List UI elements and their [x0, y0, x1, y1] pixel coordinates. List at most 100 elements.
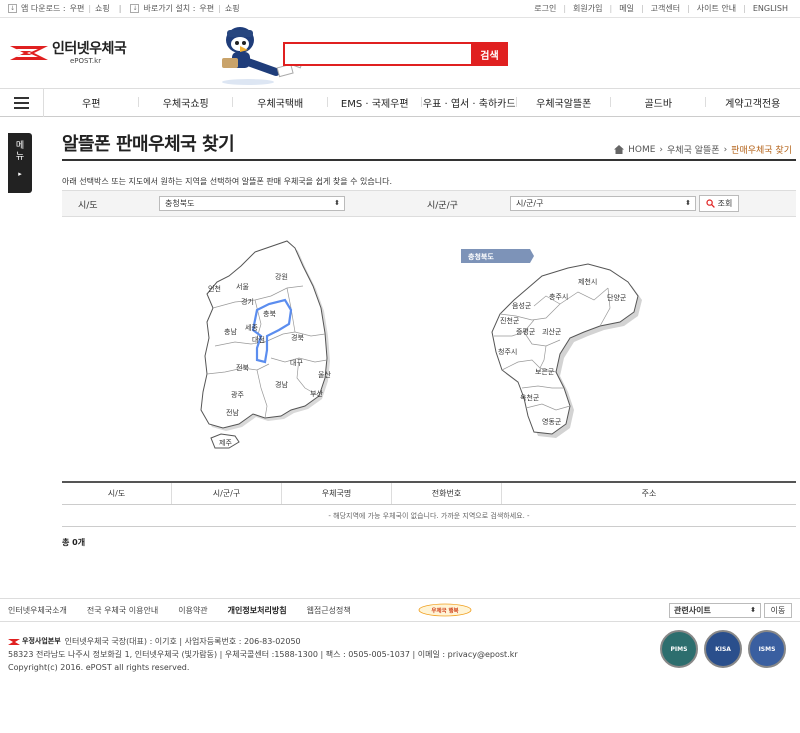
map-label-chungnam: 충남: [224, 327, 237, 336]
korea-map[interactable]: 강원 인천 서울 경기 충북 충남 세종 대전 경북 대구 전북 울산 경남 부…: [195, 238, 335, 463]
select-arrow-icon: ⬍: [334, 199, 340, 207]
map-label-daegu: 대구: [290, 359, 303, 367]
chevron-right-icon: ▸: [18, 170, 22, 178]
epost-logo[interactable]: 인터넷우체국 ePOST.kr: [10, 40, 127, 66]
map-label-jeonnam: 전남: [226, 408, 239, 417]
certification-badges: PIMS KISA ISMS: [660, 630, 786, 668]
signup-link[interactable]: 회원가입: [573, 3, 602, 14]
koreapost-logo-text: 우정사업본부: [22, 637, 61, 645]
map-label-chungju: 충주시: [549, 292, 568, 301]
nav-item-parcel[interactable]: 우체국택배: [233, 95, 328, 110]
map-label-eumseong: 음성군: [512, 301, 532, 310]
map-label-danyang: 단양군: [607, 293, 627, 302]
nav-item-goldbar[interactable]: 골드바: [611, 95, 706, 110]
map-label-okcheon: 옥천군: [520, 393, 540, 402]
english-link[interactable]: ENGLISH: [753, 4, 788, 13]
logo-title: 인터넷우체국: [52, 40, 127, 57]
map-label-gyeongbuk: 경북: [291, 333, 304, 342]
map-label-jeju: 제주: [219, 439, 232, 447]
results-table-header: 시/도 시/군/구 우체국명 전화번호 주소: [62, 481, 796, 505]
download-icon: ↓: [8, 4, 17, 13]
map-label-jecheon: 제천시: [578, 277, 597, 286]
footer-link-terms[interactable]: 이용약관: [178, 605, 207, 616]
map-label-gyeonggi: 경기: [241, 297, 254, 306]
epost-logo-icon: [10, 46, 48, 60]
search-bar: 검색: [283, 42, 508, 66]
map-label-busan: 부산: [310, 389, 323, 398]
nav-item-mvno[interactable]: 우체국알뜰폰: [517, 95, 612, 110]
footer-link-accessibility[interactable]: 웹접근성정책: [307, 605, 351, 616]
map-label-sejong: 세종: [245, 323, 258, 332]
koreapost-logo: 우정사업본부: [8, 635, 61, 648]
kisa-cert-badge: KISA: [704, 630, 742, 668]
title-divider: [62, 159, 796, 161]
happiness-badge[interactable]: 우체국 행복: [418, 603, 472, 617]
shortcut-icon: ↓: [130, 4, 140, 13]
column-header-phone: 전화번호: [392, 483, 502, 504]
chevron-right-icon: ›: [659, 144, 664, 155]
sitemap-link[interactable]: 사이트 안내: [697, 3, 736, 14]
map-label-ulsan: 울산: [318, 370, 331, 379]
footer-address: 58323 전라남도 나주시 정보화길 1, 인터넷우체국 (빛가람동) | 우…: [8, 650, 518, 659]
nav-item-ems[interactable]: EMS · 국제우편: [328, 95, 423, 110]
map-label-incheon: 인천: [208, 284, 221, 293]
sigungu-select[interactable]: 시/군/구 ⬍: [510, 196, 696, 211]
hamburger-menu-icon[interactable]: [0, 88, 44, 117]
lookup-button[interactable]: 조회: [699, 195, 739, 212]
customer-center-link[interactable]: 고객센터: [651, 3, 680, 14]
footer-info: 우정사업본부 인터넷우체국 국장(대표) : 이기호 | 사업자등록번호 : 2…: [8, 635, 518, 674]
breadcrumb-home[interactable]: HOME: [628, 145, 655, 155]
column-header-office: 우체국명: [282, 483, 392, 504]
nav-item-contract[interactable]: 계약고객전용: [706, 95, 800, 110]
select-arrow-icon: ⬍: [750, 606, 756, 614]
mail-link[interactable]: 메일: [619, 3, 634, 14]
go-button[interactable]: 이동: [764, 603, 792, 618]
map-label-jeonbuk: 전북: [236, 363, 249, 372]
results-table: 시/도 시/군/구 우체국명 전화번호 주소 - 해당지역에 가능 우체국이 없…: [62, 481, 796, 527]
page-title: 알뜰폰 판매우체국 찾기: [62, 134, 235, 155]
map-label-seoul: 서울: [236, 282, 249, 291]
map-label-goesan: 괴산군: [542, 327, 562, 336]
breadcrumb: HOME › 우체국 알뜰폰 › 판매우체국 찾기: [614, 143, 792, 156]
login-link[interactable]: 로그인: [534, 3, 556, 14]
search-button[interactable]: 검색: [471, 42, 508, 66]
koreapost-logo-icon: [8, 638, 20, 645]
nav-item-post[interactable]: 우편: [44, 95, 139, 110]
sido-select-value: 충청북도: [165, 199, 195, 208]
search-filter-row: 시/도 충청북도 ⬍ 시/군/구 시/군/구 ⬍ 조회: [62, 190, 796, 217]
app-download-label: 앱 다운로드 :: [21, 4, 66, 13]
side-menu-label-1: 메: [15, 141, 25, 151]
home-icon: [614, 145, 625, 154]
map-label-gangwon: 강원: [275, 272, 288, 281]
column-header-address: 주소: [641, 489, 657, 498]
side-menu-tab[interactable]: 메 뉴 ▸: [8, 133, 32, 193]
related-sites-select[interactable]: 관련사이트 ⬍: [669, 603, 761, 618]
nav-item-shopping[interactable]: 우체국쇼핑: [139, 95, 234, 110]
app-link-post[interactable]: 우편: [70, 3, 85, 14]
sido-select[interactable]: 충청북도 ⬍: [159, 196, 345, 211]
footer-link-privacy[interactable]: 개인정보처리방침: [228, 605, 287, 616]
footer-link-office-guide[interactable]: 전국 우체국 이용안내: [87, 605, 158, 616]
footer-link-about[interactable]: 인터넷우체국소개: [8, 605, 67, 616]
nav-item-stamps[interactable]: 우표 · 엽서 · 축하카드: [422, 95, 517, 110]
related-sites-label: 관련사이트: [674, 606, 711, 615]
happiness-badge-text: 우체국 행복: [431, 607, 458, 615]
region-map-chungbuk[interactable]: 충청북도 제천시 충주시 단양군 음성군 진천군 증평군 괴산군 청주시 보은군…: [460, 248, 645, 443]
side-menu-label-2: 뉴: [15, 152, 25, 162]
empty-result-message: - 해당지역에 가능 우체국이 없습니다. 가까운 지역으로 검색하세요. -: [62, 505, 796, 527]
sigungu-label: 시/군/구: [427, 201, 458, 211]
shortcut-link-post[interactable]: 우편: [199, 3, 214, 14]
region-tag-label: 충청북도: [468, 252, 494, 261]
shortcut-label: 바로가기 설치 :: [143, 4, 196, 13]
map-label-chungbuk: 충북: [263, 309, 276, 318]
shortcut-link-shop[interactable]: 쇼핑: [225, 3, 240, 14]
logo-subtitle: ePOST.kr: [70, 56, 102, 65]
app-link-shop[interactable]: 쇼핑: [95, 3, 110, 14]
breadcrumb-mvno[interactable]: 우체국 알뜰폰: [667, 143, 720, 156]
page-description: 아래 선택박스 또는 지도에서 원하는 지역을 선택하여 알뜰폰 판매 우체국을…: [62, 177, 392, 186]
search-input[interactable]: [283, 42, 471, 66]
map-label-yeongdong: 영동군: [542, 417, 562, 426]
footer-ceo-info: 인터넷우체국 국장(대표) : 이기호 | 사업자등록번호 : 206-83-0…: [64, 637, 301, 646]
pims-cert-badge: PIMS: [660, 630, 698, 668]
magnifier-icon: [706, 199, 715, 208]
